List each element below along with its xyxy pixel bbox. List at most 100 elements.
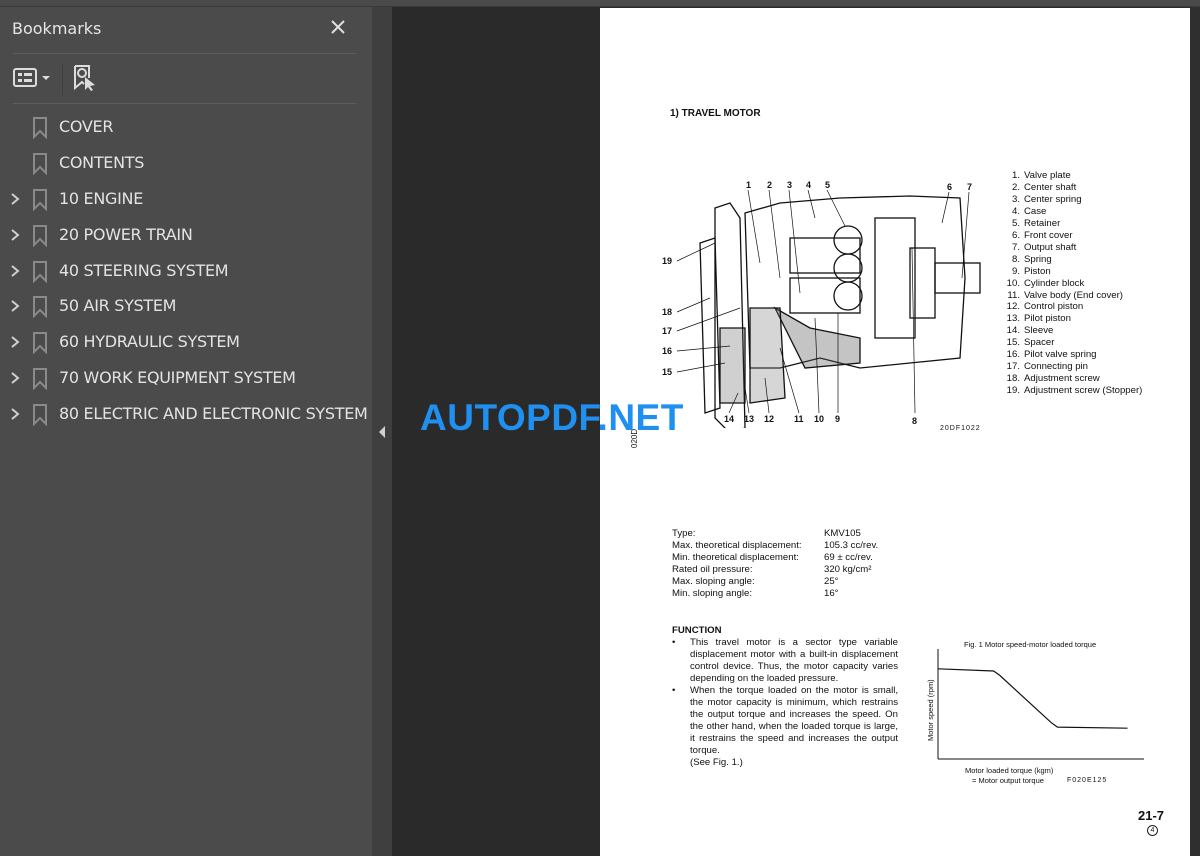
chevron-right-icon[interactable]: [9, 264, 21, 278]
bookmark-icon: [33, 296, 47, 319]
part-item: 9. Piston: [1011, 265, 1051, 277]
spec-row: Type: KMV105: [672, 528, 861, 539]
figure-code: 20DF1022: [940, 425, 981, 432]
find-bookmark-icon: [74, 65, 95, 91]
bookmark-icon: [33, 332, 47, 355]
bookmark-icon: [33, 260, 47, 283]
toolbar-separator: [62, 63, 63, 95]
part-item: 12. Control piston: [1006, 301, 1084, 313]
chevron-right-icon[interactable]: [9, 192, 21, 206]
bookmark-label: 70 WORK EQUIPMENT SYSTEM: [59, 368, 296, 388]
y-axis-label: Motor speed (rpm): [926, 679, 935, 741]
bookmark-engine[interactable]: 10 ENGINE: [0, 181, 372, 217]
bookmark-label: 40 STEERING SYSTEM: [59, 260, 229, 280]
svg-text:10: 10: [814, 414, 824, 424]
spec-row: Max. theoretical displacement: 105.3 cc/r…: [672, 540, 879, 551]
bookmark-label: 20 POWER TRAIN: [59, 224, 193, 244]
spec-row: Min. sloping angle: 16°: [672, 588, 839, 599]
svg-text:3: 3: [787, 180, 792, 190]
close-panel-button[interactable]: [328, 17, 350, 39]
svg-text:11: 11: [794, 414, 804, 424]
pdf-page: 1) TRAVEL MOTOR 1234567 19 18 17 16 15 14 13 1…: [600, 8, 1190, 856]
part-item: 15. Spacer: [1006, 337, 1055, 349]
part-item: 17. Connecting pin: [1006, 361, 1089, 373]
part-item: 11. Valve body (End cover): [1007, 289, 1124, 301]
bookmark-icon: [33, 224, 47, 247]
chevron-right-icon[interactable]: [9, 299, 21, 313]
bookmark-work-equipment-system[interactable]: 70 WORK EQUIPMENT SYSTEM: [0, 360, 372, 396]
panel-splitter[interactable]: [372, 7, 392, 856]
bookmark-power-train[interactable]: 20 POWER TRAIN: [0, 217, 372, 253]
top-bar: [0, 0, 1200, 7]
bookmark-contents[interactable]: CONTENTS: [0, 145, 372, 181]
part-item: 18. Adjustment screw: [1006, 373, 1100, 385]
bookmark-cover[interactable]: COVER: [0, 109, 372, 145]
part-item: 14. Sleeve: [1006, 325, 1054, 337]
series-line-0: [937, 668, 1128, 729]
bookmark-label: 10 ENGINE: [59, 188, 144, 208]
svg-text:18: 18: [662, 307, 672, 317]
panel-title: Bookmarks: [12, 19, 102, 38]
list-options-icon: [13, 68, 50, 87]
bookmark-icon: [33, 368, 47, 391]
bookmark-steering-system[interactable]: 40 STEERING SYSTEM: [0, 253, 372, 289]
svg-text:16: 16: [662, 346, 672, 356]
revision-mark: 4: [1147, 825, 1158, 836]
specifications: Type: KMV105 Max. theoretical displacemen…: [672, 528, 878, 600]
bookmarks-panel: Bookmarks COVER CONTENTS 10 ENGINE 20 PO…: [0, 7, 372, 856]
function-title: FUNCTION: [672, 625, 722, 636]
bookmark-label: CONTENTS: [59, 152, 145, 172]
bookmark-icon: [33, 152, 47, 175]
part-item: 6. Front cover: [1011, 229, 1073, 241]
bookmark-electric-electronic-system[interactable]: 80 ELECTRIC AND ELECTRONIC SYSTEM: [0, 396, 372, 432]
chevron-right-icon[interactable]: [9, 407, 21, 421]
figure-code-2: F020E125: [1067, 777, 1108, 784]
vertical-scrollbar[interactable]: [1190, 7, 1200, 856]
bookmark-label: 50 AIR SYSTEM: [59, 296, 177, 316]
svg-text:17: 17: [662, 326, 672, 336]
chevron-right-icon[interactable]: [9, 228, 21, 242]
function-text: • This travel motor is a sector type vari…: [672, 637, 898, 769]
bookmark-label: 80 ELECTRIC AND ELECTRONIC SYSTEM: [59, 404, 368, 424]
part-item: 5. Retainer: [1011, 217, 1061, 229]
part-item: 13. Pilot piston: [1006, 313, 1071, 325]
svg-text:5: 5: [825, 180, 830, 190]
part-item: 1. Valve plate: [1011, 170, 1071, 181]
bookmark-options-button[interactable]: [13, 67, 57, 89]
svg-text:19: 19: [662, 256, 672, 266]
function-bullet: • This travel motor is a sector type vari…: [672, 637, 898, 684]
svg-text:2: 2: [767, 180, 772, 190]
bookmark-icon: [33, 188, 47, 211]
svg-text:4: 4: [806, 180, 811, 190]
close-icon: [331, 20, 345, 34]
part-item: 4. Case: [1011, 205, 1047, 217]
bookmark-air-system[interactable]: 50 AIR SYSTEM: [0, 288, 372, 324]
section-heading: 1) TRAVEL MOTOR: [670, 108, 761, 119]
spec-row: Min. theoretical displacement: 69 ± cc/re…: [672, 552, 873, 563]
part-item: 7. Output shaft: [1011, 241, 1077, 253]
find-bookmark-button[interactable]: [73, 64, 99, 92]
parts-list: 1. Valve plate 2. Center shaft 3. Center sp…: [1006, 170, 1143, 397]
chevron-right-icon[interactable]: [9, 335, 21, 349]
motor-speed-chart: Fig. 1 Motor speed-motor loaded torque M…: [926, 640, 1144, 785]
svg-text:15: 15: [662, 367, 672, 377]
bookmark-icon: [33, 117, 47, 139]
part-item: 16. Pilot valve spring: [1006, 349, 1097, 361]
function-bullet: • When the torque loaded on the motor is …: [672, 685, 898, 756]
svg-text:12: 12: [764, 414, 774, 424]
x-axis-label: Motor loaded torque (kgm): [965, 766, 1054, 775]
chart-title: Fig. 1 Motor speed-motor loaded torque: [964, 640, 1096, 649]
part-item: 19. Adjustment screw (Stopper): [1006, 385, 1143, 397]
part-item: 10. Cylinder block: [1006, 277, 1085, 289]
bookmark-label: 60 HYDRAULIC SYSTEM: [59, 332, 240, 352]
svg-text:6: 6: [947, 182, 952, 192]
svg-text:9: 9: [835, 414, 840, 424]
svg-text:7: 7: [967, 182, 972, 192]
chevron-right-icon[interactable]: [9, 371, 21, 385]
bookmark-icon: [33, 404, 47, 427]
part-item: 8. Spring: [1011, 253, 1052, 265]
travel-motor-diagram: 1234567 1918171615 14 13 12 11 10 9 8: [662, 180, 981, 428]
collapse-panel-arrow-icon[interactable]: [378, 425, 386, 439]
header-divider: [13, 53, 356, 54]
bookmark-hydraulic-system[interactable]: 60 HYDRAULIC SYSTEM: [0, 324, 372, 360]
